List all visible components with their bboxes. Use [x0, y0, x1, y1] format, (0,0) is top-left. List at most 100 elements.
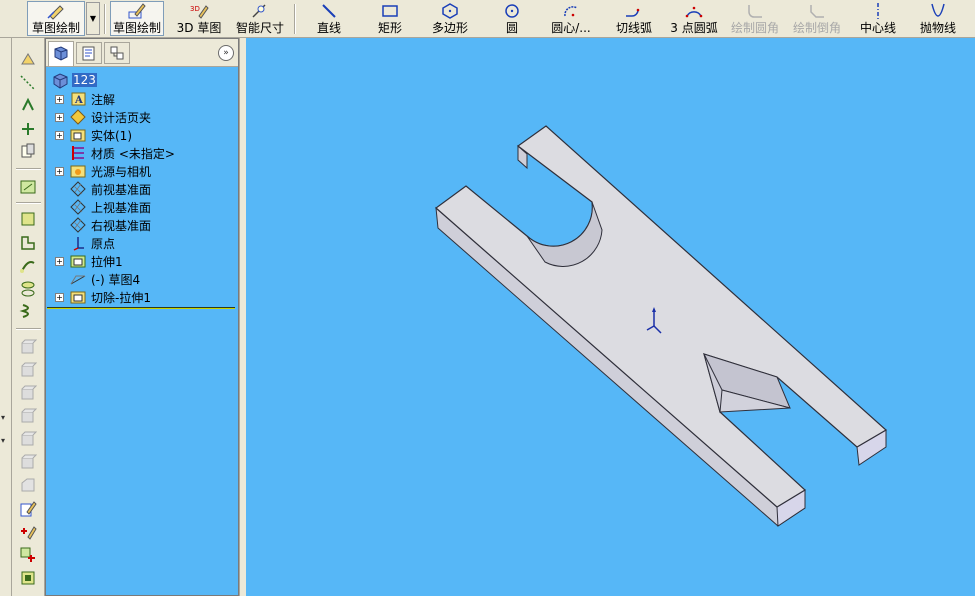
extrude-boss-icon[interactable]	[19, 210, 37, 228]
centerline-button[interactable]: 中心线	[858, 2, 898, 36]
tab-feature-manager[interactable]	[48, 41, 74, 66]
configuration-icon	[110, 46, 124, 60]
revolve-icon[interactable]	[19, 234, 37, 252]
tree-item-label: 前视基准面	[91, 183, 152, 197]
center-arc-icon	[564, 6, 578, 17]
tree-item-label: 光源与相机	[91, 165, 152, 179]
lights-cameras-icon	[70, 165, 86, 178]
feature-manager-panel: » 123 + A 注解 + 设计活页夹 + 实体(1) 材质 <未指定> +	[45, 38, 239, 596]
splitter-bar[interactable]	[239, 38, 246, 596]
rollback-bar[interactable]	[47, 307, 235, 309]
expand-icon[interactable]: +	[55, 113, 64, 122]
tab-configuration-manager[interactable]	[104, 42, 130, 64]
relation-icon[interactable]	[19, 96, 37, 114]
tangent-arc-label: 切线弧	[615, 21, 652, 35]
chevron-down-icon[interactable]: ▼	[86, 2, 100, 35]
smart-dimension-icon	[252, 4, 266, 18]
expand-icon[interactable]: +	[55, 167, 64, 176]
graphics-area[interactable]	[246, 38, 975, 596]
cut-extrude-disabled-icon[interactable]	[19, 338, 37, 356]
sweep-icon[interactable]	[19, 257, 37, 275]
centerline-label: 中心线	[859, 21, 896, 35]
tree-item-label: 材质 <未指定>	[91, 147, 175, 161]
smart-dim-vert-icon[interactable]	[19, 50, 37, 68]
collapse-arrow-icon[interactable]: ▾	[1, 413, 5, 422]
tree-item-cut-extrude1[interactable]: + 切除-拉伸1	[46, 288, 236, 306]
edit-sketch-icon[interactable]	[19, 500, 37, 518]
svg-text:3D: 3D	[190, 5, 200, 13]
tree-item-label: 设计活页夹	[91, 111, 152, 125]
add-relation-icon[interactable]	[19, 523, 37, 541]
polygon-icon	[442, 3, 458, 19]
helix-icon[interactable]	[19, 302, 37, 320]
tree-item-extrude1[interactable]: + 拉伸1	[46, 252, 236, 270]
expand-icon[interactable]: +	[55, 293, 64, 302]
fillet-icon	[748, 5, 762, 18]
move-entities-icon[interactable]	[19, 546, 37, 564]
three-point-arc-button[interactable]: 3 点圆弧	[668, 2, 720, 36]
sketch-button[interactable]: 草图绘制	[110, 1, 164, 36]
solid-body-icon	[70, 129, 86, 142]
center-arc-button[interactable]: 圆心/...	[546, 2, 596, 36]
chamfer-disabled-icon[interactable]	[19, 453, 37, 471]
collapse-arrow-icon[interactable]: ▾	[1, 436, 5, 445]
reference-geometry-icon[interactable]	[19, 142, 37, 160]
sketch-chamfer-label: 绘制倒角	[792, 21, 841, 35]
rectangle-button[interactable]: 矩形	[374, 2, 406, 36]
polygon-label: 多边形	[431, 21, 468, 35]
tree-root-label: 123	[72, 73, 97, 87]
center-arc-label: 圆心/...	[551, 21, 591, 35]
point-icon[interactable]	[19, 120, 37, 138]
tree-item-sketch4[interactable]: (-) 草图4	[46, 270, 236, 288]
cut-revolve-disabled-icon[interactable]	[19, 361, 37, 379]
tree-item-annotations[interactable]: + A 注解	[46, 90, 236, 108]
tree-item-label: 拉伸1	[91, 255, 123, 269]
sketch-fillet-button[interactable]: 绘制圆角	[730, 2, 780, 36]
three-point-arc-label: 3 点圆弧	[670, 21, 718, 35]
polygon-button[interactable]: 多边形	[430, 2, 470, 36]
sketch-3d-button[interactable]: 3D 3D 草图	[176, 2, 222, 36]
circle-label: 圆	[505, 21, 518, 35]
tangent-arc-icon	[626, 8, 640, 17]
fillet-disabled-icon[interactable]	[19, 430, 37, 448]
smart-dimension-label: 智能尺寸	[235, 21, 284, 35]
circle-button[interactable]: 圆	[502, 2, 522, 36]
cut-extrude-icon	[70, 291, 86, 304]
tree-item-design-binder[interactable]: + 设计活页夹	[46, 108, 236, 126]
tree-item-lights-cameras[interactable]: + 光源与相机	[46, 162, 236, 180]
tangent-arc-button[interactable]: 切线弧	[614, 2, 654, 36]
three-point-arc-icon	[685, 6, 703, 18]
tree-item-top-plane[interactable]: 上视基准面	[46, 198, 236, 216]
expand-icon[interactable]: +	[55, 131, 64, 140]
tree-item-material[interactable]: 材质 <未指定>	[46, 144, 236, 162]
parabola-button[interactable]: 抛物线	[918, 2, 958, 36]
expand-panel-icon[interactable]: »	[218, 45, 234, 61]
line-button[interactable]: 直线	[312, 2, 346, 36]
tab-property-manager[interactable]	[76, 42, 102, 64]
dotted-line-icon[interactable]	[19, 74, 37, 92]
plane-icon	[70, 181, 86, 197]
features-icon[interactable]	[19, 178, 37, 196]
sketch-chamfer-button[interactable]: 绘制倒角	[792, 2, 842, 36]
tree-item-front-plane[interactable]: 前视基准面	[46, 180, 236, 198]
shell-disabled-icon[interactable]	[19, 476, 37, 494]
sketch-dropdown-button[interactable]: 草图绘制	[27, 1, 85, 36]
instant-3d-icon[interactable]	[19, 569, 37, 587]
tree-item-label: (-) 草图4	[91, 273, 141, 287]
loft-icon[interactable]	[19, 280, 37, 298]
feature-tree: 123 + A 注解 + 设计活页夹 + 实体(1) 材质 <未指定> + 光源…	[46, 69, 238, 309]
feature-tree-icon	[54, 46, 68, 61]
cut-loft-disabled-icon[interactable]	[19, 407, 37, 425]
tree-root-row[interactable]: 123	[46, 72, 236, 90]
tree-item-origin[interactable]: 原点	[46, 234, 236, 252]
vertical-toolbar	[12, 38, 45, 596]
expand-icon[interactable]: +	[55, 257, 64, 266]
cut-sweep-disabled-icon[interactable]	[19, 384, 37, 402]
expand-icon[interactable]: +	[55, 95, 64, 104]
smart-dimension-button[interactable]: 智能尺寸	[234, 2, 286, 36]
sketch-icon	[70, 275, 86, 285]
tree-item-right-plane[interactable]: 右视基准面	[46, 216, 236, 234]
sketch-fillet-label: 绘制圆角	[730, 21, 779, 35]
tree-item-solid-bodies[interactable]: + 实体(1)	[46, 126, 236, 144]
line-label: 直线	[316, 21, 341, 35]
